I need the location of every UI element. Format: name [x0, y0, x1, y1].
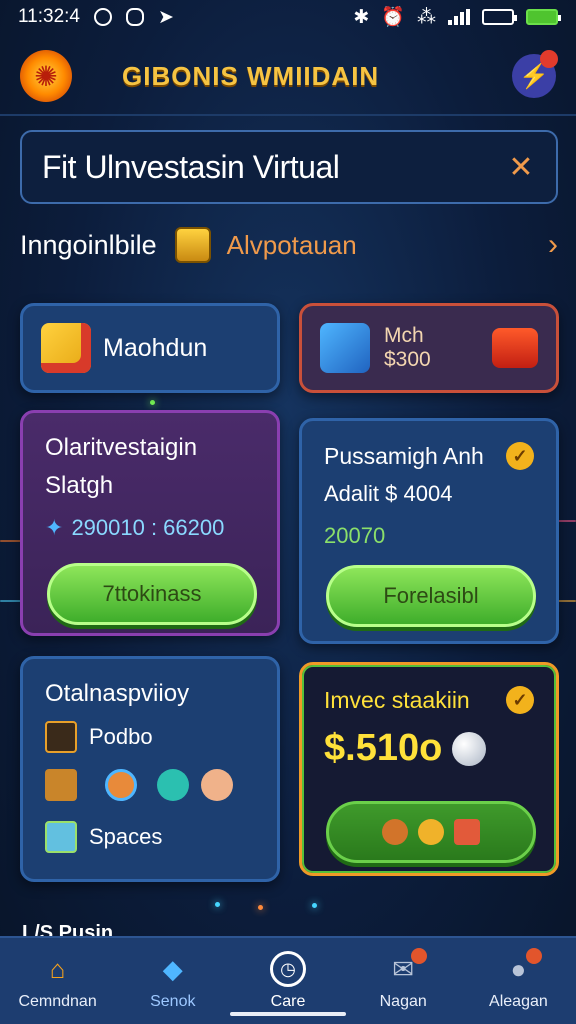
alarm-icon: ⏰	[381, 7, 405, 28]
card-action-button[interactable]: Forelasibl	[326, 565, 536, 627]
battery-icon	[482, 9, 517, 25]
card-reward[interactable]: Mch $300	[299, 303, 559, 393]
decor-dot	[215, 902, 220, 907]
list-item[interactable]: Spaces	[45, 821, 255, 853]
card-title: Olaritvestaigin	[45, 434, 198, 461]
clock-icon: ◷	[270, 951, 306, 987]
nav-label: Nagan	[379, 993, 427, 1010]
list-item[interactable]: Podbo	[45, 721, 255, 753]
card-maohdun[interactable]: Maohdun	[20, 303, 280, 393]
section-link[interactable]: Alvpotauan	[227, 230, 357, 261]
nav-item-cube[interactable]: ◆ Senok	[115, 938, 230, 1024]
search-box[interactable]: Fit Ulnvestasin Virtual ✕	[20, 130, 558, 204]
card-items: Otalnaspviioy Podbo Spaces	[20, 656, 280, 882]
card-investment-purple: Olaritvestaigin Slatgh ✦ 290010 : 66200 …	[20, 410, 280, 636]
app-title: GIBONIS WMIIDAIN	[122, 60, 380, 91]
home-indicator	[230, 1012, 346, 1016]
nav-item-home[interactable]: ⌂ Cemndnan	[0, 938, 115, 1024]
wand-icon	[45, 721, 77, 753]
card-staking: Imvec staakiin ✓ $.510o	[299, 662, 559, 876]
card-title: Otalnaspviioy	[45, 680, 190, 707]
pearl-icon	[452, 731, 487, 766]
decor-glow-line	[0, 600, 22, 602]
icon-row	[45, 769, 255, 801]
status-bar: 11:32:4 ➤ ✱ ⏰ ⁂	[0, 0, 576, 34]
section-header: Inngoinlbile Alvpotauan ›	[20, 222, 558, 268]
nav-item-user[interactable]: ● Aleagan	[461, 938, 576, 1024]
wifi-icon	[448, 9, 470, 25]
location-arrow-icon: ➤	[157, 6, 174, 28]
card-title: Maohdun	[103, 333, 208, 362]
gear-icon[interactable]	[157, 769, 189, 801]
search-input[interactable]: Fit Ulnvestasin Virtual	[42, 149, 506, 186]
status-time: 11:32:4	[18, 6, 80, 27]
nav-item-mail[interactable]: ✉ Nagan	[346, 938, 461, 1024]
section-title: Inngoinlbile	[20, 229, 157, 260]
card-subtitle: Slatgh	[45, 472, 114, 499]
home-icon: ⌂	[49, 953, 66, 984]
bottom-nav: ⌂ Cemndnan ◆ Senok ◷ Care ✉ Nagan ● Alea…	[0, 936, 576, 1024]
red-envelope-icon	[492, 328, 538, 368]
bag-icon[interactable]	[45, 769, 77, 801]
list-item-label: Spaces	[89, 824, 163, 849]
cube-icon	[41, 323, 91, 373]
decor-dot	[312, 903, 317, 908]
card-action-button[interactable]: 7ttokinass	[47, 563, 257, 625]
gift-box-icon	[320, 323, 370, 373]
message-icon	[125, 8, 144, 26]
card-amount-row: ✦ 290010 : 66200	[45, 515, 255, 541]
character-icon	[382, 819, 408, 845]
character-icon	[454, 819, 480, 845]
card-price: $300	[384, 348, 431, 371]
card-title: Imvec staakiin	[324, 687, 470, 713]
card-investment-blue: Pussamigh Anh ✓ Adalit $ 4004 20070 Fore…	[299, 418, 559, 644]
card-detail: Adalit $ 4004	[324, 481, 453, 506]
notification-dot	[540, 50, 558, 68]
nav-label: Cemndnan	[18, 993, 97, 1010]
header-divider	[0, 114, 576, 116]
character-icon	[418, 819, 444, 845]
bluetooth-icon: ✱	[353, 6, 370, 28]
card-amount: $.510o	[324, 727, 443, 769]
decor-dot	[258, 905, 263, 910]
card-title: Pussamigh Anh	[324, 443, 484, 469]
list-item-label: Podbo	[89, 724, 153, 749]
cube-icon: ◆	[162, 953, 183, 984]
decor-glow-line	[556, 520, 576, 522]
notification-badge	[410, 948, 427, 964]
check-icon: ✓	[506, 442, 534, 470]
decor-glow-line	[0, 540, 22, 542]
ball-icon[interactable]	[105, 769, 137, 801]
character-icon[interactable]	[201, 769, 233, 801]
decor-dot	[150, 400, 155, 405]
card-amount-row: $.510o	[324, 727, 534, 770]
treasure-chest-icon	[174, 227, 211, 263]
card-label: Mch	[384, 324, 424, 347]
lightning-icon[interactable]: ⚡	[512, 50, 558, 98]
close-icon[interactable]: ✕	[506, 150, 536, 185]
check-icon: ✓	[506, 686, 534, 714]
card-amount: 20070	[324, 523, 386, 548]
chevron-right-icon[interactable]: ›	[548, 228, 558, 262]
card-icon	[45, 821, 77, 853]
record-icon	[93, 8, 112, 26]
app-header: ✺ GIBONIS WMIIDAIN ⚡	[0, 40, 576, 112]
notification-badge	[526, 948, 543, 964]
star-icon: ✦	[45, 515, 64, 540]
card-amount: 290010 : 66200	[71, 515, 225, 540]
sun-emblem-icon[interactable]: ✺	[20, 50, 72, 102]
signal-icon: ⁂	[417, 6, 436, 28]
nav-label: Aleagan	[489, 993, 548, 1010]
characters-button[interactable]	[326, 801, 536, 863]
decor-glow-line	[556, 600, 576, 602]
nav-label: Senok	[150, 993, 196, 1010]
charging-battery-icon	[526, 9, 561, 25]
nav-label: Care	[270, 993, 306, 1010]
